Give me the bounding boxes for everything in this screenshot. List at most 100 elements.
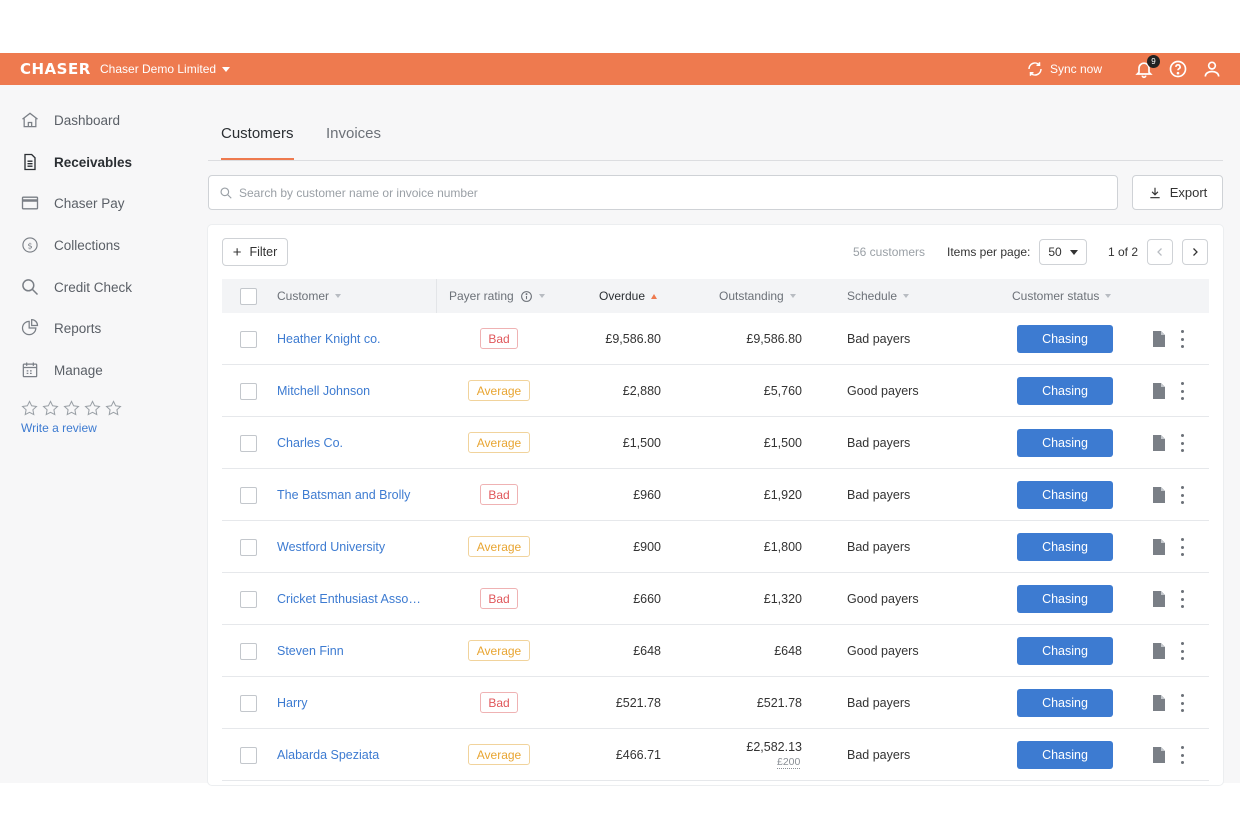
table-row[interactable]: Harry Bad £521.78 £521.78 Bad payers Cha…	[222, 677, 1209, 729]
file-icon[interactable]	[1152, 539, 1166, 555]
customer-name-link[interactable]: Charles Co.	[277, 436, 427, 450]
notifications-button[interactable]: 9	[1134, 55, 1160, 79]
user-account-button[interactable]	[1202, 59, 1222, 79]
organization-switcher[interactable]: Chaser Demo Limited	[100, 62, 231, 76]
row-checkbox[interactable]	[240, 747, 257, 764]
customer-name-link[interactable]: Heather Knight co.	[277, 332, 427, 346]
column-header-customer[interactable]: Customer	[277, 289, 342, 303]
customer-status-button[interactable]: Chasing	[1017, 585, 1113, 613]
sidebar-item-credit-check[interactable]: Credit Check	[20, 275, 132, 299]
star-icon[interactable]	[104, 399, 123, 418]
write-review-link[interactable]: Write a review	[21, 421, 97, 435]
more-options-icon[interactable]	[1176, 330, 1188, 348]
customer-name-link[interactable]: Steven Finn	[277, 644, 427, 658]
file-icon[interactable]	[1152, 331, 1166, 347]
table-row[interactable]: Cricket Enthusiast Associ... Bad £660 £1…	[222, 573, 1209, 625]
file-icon[interactable]	[1152, 643, 1166, 659]
file-icon[interactable]	[1152, 695, 1166, 711]
column-header-overdue[interactable]: Overdue	[599, 289, 658, 303]
select-all-checkbox[interactable]	[240, 288, 257, 305]
customer-status-button[interactable]: Chasing	[1017, 533, 1113, 561]
search-input[interactable]	[239, 185, 1099, 200]
table-row[interactable]: The Batsman and Brolly Bad £960 £1,920 B…	[222, 469, 1209, 521]
star-icon[interactable]	[83, 399, 102, 418]
file-icon[interactable]	[1152, 383, 1166, 399]
more-options-icon[interactable]	[1176, 486, 1188, 504]
file-icon[interactable]	[1152, 747, 1166, 763]
export-button[interactable]: Export	[1132, 175, 1223, 210]
customer-status-button[interactable]: Chasing	[1017, 741, 1113, 769]
more-options-icon[interactable]	[1176, 538, 1188, 556]
table-row[interactable]: Alabarda Speziata Average £466.71 £2,582…	[222, 729, 1209, 781]
tab-customers[interactable]: Customers	[221, 125, 294, 160]
sync-now-button[interactable]: Sync now	[1026, 60, 1102, 78]
items-per-page-select[interactable]: 50	[1039, 239, 1087, 265]
column-header-schedule[interactable]: Schedule	[847, 289, 910, 303]
file-icon[interactable]	[1152, 435, 1166, 451]
star-icon[interactable]	[20, 399, 39, 418]
table-row[interactable]: Steven Finn Average £648 £648 Good payer…	[222, 625, 1209, 677]
sidebar-item-reports[interactable]: Reports	[20, 316, 101, 340]
sidebar-item-collections[interactable]: $ Collections	[20, 233, 120, 257]
row-checkbox[interactable]	[240, 539, 257, 556]
star-icon[interactable]	[41, 399, 60, 418]
sidebar-item-manage[interactable]: Manage	[20, 358, 103, 382]
customer-status-button[interactable]: Chasing	[1017, 637, 1113, 665]
previous-page-button[interactable]	[1147, 239, 1173, 265]
sidebar: Dashboard Receivables Chaser Pay $ Colle…	[0, 85, 200, 783]
customer-name-link[interactable]: Cricket Enthusiast Associ...	[277, 592, 427, 606]
row-checkbox[interactable]	[240, 331, 257, 348]
star-icon[interactable]	[62, 399, 81, 418]
sync-now-label: Sync now	[1050, 62, 1103, 76]
column-header-customer-status[interactable]: Customer status	[1012, 289, 1112, 303]
customer-name-link[interactable]: Mitchell Johnson	[277, 384, 427, 398]
outstanding-sub-amount[interactable]: £200	[777, 756, 801, 769]
customer-status-button[interactable]: Chasing	[1017, 377, 1113, 405]
table-row[interactable]: Westford University Average £900 £1,800 …	[222, 521, 1209, 573]
download-icon	[1150, 187, 1160, 198]
more-options-icon[interactable]	[1176, 590, 1188, 608]
customer-status-button[interactable]: Chasing	[1017, 325, 1113, 353]
row-checkbox[interactable]	[240, 487, 257, 504]
customer-name-link[interactable]: The Batsman and Brolly	[277, 488, 427, 502]
next-page-button[interactable]	[1182, 239, 1208, 265]
column-header-label: Outstanding	[719, 289, 784, 303]
sidebar-item-dashboard[interactable]: Dashboard	[20, 108, 120, 132]
customer-status-button[interactable]: Chasing	[1017, 689, 1113, 717]
customer-status-button[interactable]: Chasing	[1017, 429, 1113, 457]
more-options-icon[interactable]	[1176, 434, 1188, 452]
chaser-logo[interactable]: CHASER	[20, 60, 91, 78]
more-options-icon[interactable]	[1176, 746, 1188, 764]
help-button[interactable]	[1168, 59, 1188, 79]
overdue-amount: £521.78	[615, 696, 661, 710]
schedule-name: Bad payers	[847, 436, 911, 450]
row-checkbox[interactable]	[240, 643, 257, 660]
table-row[interactable]: Heather Knight co. Bad £9,586.80 £9,586.…	[222, 313, 1209, 365]
pie-chart-icon	[21, 319, 39, 336]
payer-rating-badge: Bad	[480, 588, 518, 609]
file-icon[interactable]	[1152, 487, 1166, 503]
table-row[interactable]: Charles Co. Average £1,500 £1,500 Bad pa…	[222, 417, 1209, 469]
row-checkbox[interactable]	[240, 591, 257, 608]
sidebar-item-chaser-pay[interactable]: Chaser Pay	[20, 191, 125, 215]
tab-invoices[interactable]: Invoices	[326, 125, 381, 158]
row-checkbox[interactable]	[240, 383, 257, 400]
more-options-icon[interactable]	[1176, 382, 1188, 400]
table-row[interactable]: Mitchell Johnson Average £2,880 £5,760 G…	[222, 365, 1209, 417]
column-header-outstanding[interactable]: Outstanding	[719, 289, 796, 303]
customer-name-link[interactable]: Alabarda Speziata	[277, 748, 427, 762]
customer-name-link[interactable]: Harry	[277, 696, 427, 710]
file-icon[interactable]	[1152, 591, 1166, 607]
filter-button[interactable]: + Filter	[222, 238, 288, 266]
more-options-icon[interactable]	[1176, 694, 1188, 712]
info-icon[interactable]	[520, 290, 533, 303]
customer-status-button[interactable]: Chasing	[1017, 481, 1113, 509]
overdue-amount: £466.71	[615, 748, 661, 762]
customer-name-link[interactable]: Westford University	[277, 540, 427, 554]
sidebar-item-receivables[interactable]: Receivables	[20, 150, 132, 174]
row-checkbox[interactable]	[240, 435, 257, 452]
column-header-payer-rating[interactable]: Payer rating	[449, 289, 545, 303]
customers-table-card: + Filter 56 customers Items per page: 50…	[208, 225, 1223, 785]
more-options-icon[interactable]	[1176, 642, 1188, 660]
row-checkbox[interactable]	[240, 695, 257, 712]
